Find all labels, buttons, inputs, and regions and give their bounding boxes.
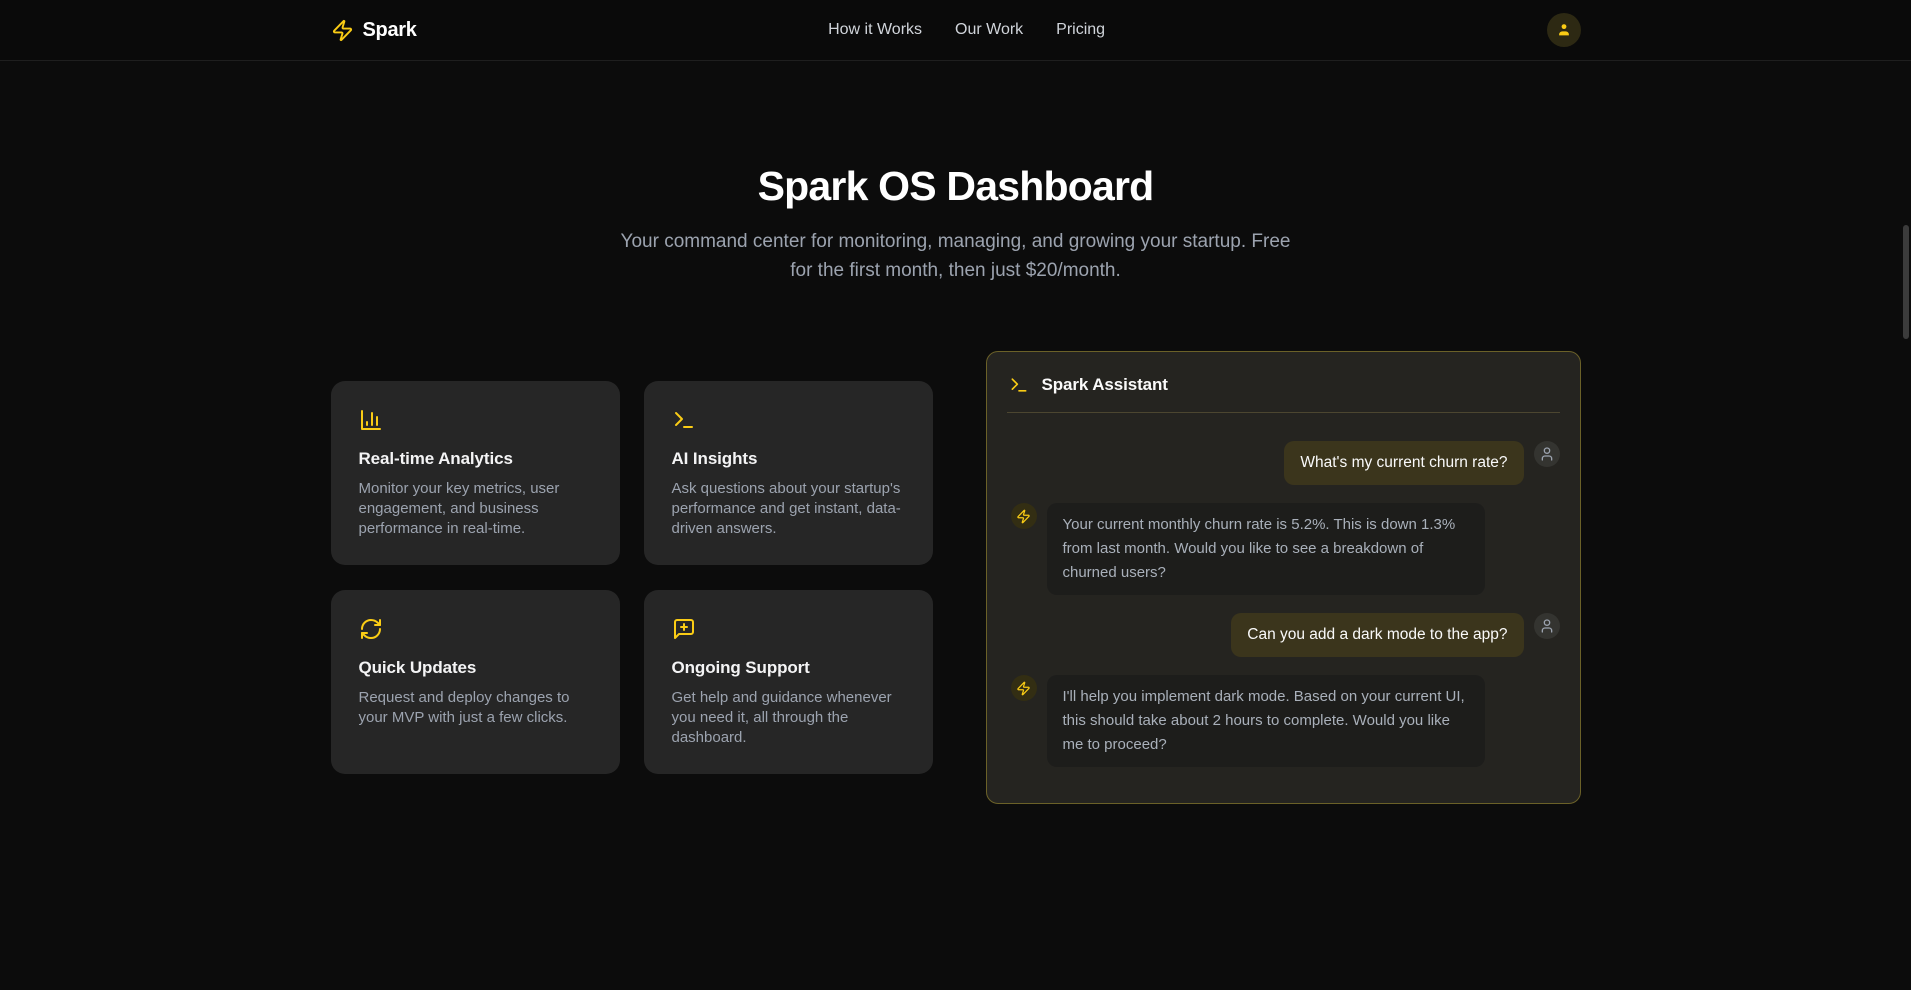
main-content: Real-time Analytics Monitor your key met… xyxy=(331,351,1581,804)
nav-link-our-work[interactable]: Our Work xyxy=(955,21,1023,39)
refresh-icon xyxy=(359,617,383,641)
feature-grid: Real-time Analytics Monitor your key met… xyxy=(331,381,933,774)
assistant-avatar xyxy=(1011,503,1037,529)
chat-message-assistant: Your current monthly churn rate is 5.2%.… xyxy=(1011,503,1560,595)
feature-title: Real-time Analytics xyxy=(359,449,592,469)
feature-title: AI Insights xyxy=(672,449,905,469)
feature-card-quick-updates: Quick Updates Request and deploy changes… xyxy=(331,590,620,774)
message-square-plus-icon xyxy=(672,617,696,641)
feature-title: Quick Updates xyxy=(359,658,592,678)
chat-message-user: Can you add a dark mode to the app? xyxy=(1011,613,1560,657)
terminal-icon xyxy=(672,408,696,432)
bar-chart-icon xyxy=(359,408,383,432)
scrollbar-thumb[interactable] xyxy=(1903,225,1909,339)
assistant-avatar xyxy=(1011,675,1037,701)
chat-message-assistant: I'll help you implement dark mode. Based… xyxy=(1011,675,1560,767)
user-icon xyxy=(1539,618,1555,634)
page-title: Spark OS Dashboard xyxy=(0,163,1911,210)
brand-name: Spark xyxy=(363,19,417,42)
user-avatar xyxy=(1534,613,1560,639)
user-avatar xyxy=(1534,441,1560,467)
user-icon xyxy=(1539,446,1555,462)
navbar: Spark How it Works Our Work Pricing xyxy=(0,0,1911,61)
spark-zap-icon xyxy=(1016,509,1031,524)
terminal-icon xyxy=(1009,375,1029,395)
brand-logo[interactable]: Spark xyxy=(331,19,417,42)
hero-section: Spark OS Dashboard Your command center f… xyxy=(0,163,1911,285)
nav-links: How it Works Our Work Pricing xyxy=(828,21,1105,39)
feature-card-ai-insights: AI Insights Ask questions about your sta… xyxy=(644,381,933,565)
feature-card-ongoing-support: Ongoing Support Get help and guidance wh… xyxy=(644,590,933,774)
nav-link-pricing[interactable]: Pricing xyxy=(1056,21,1105,39)
assistant-message-bubble: I'll help you implement dark mode. Based… xyxy=(1047,675,1485,767)
feature-description: Get help and guidance whenever you need … xyxy=(672,688,905,748)
assistant-panel-header: Spark Assistant xyxy=(987,352,1580,412)
navbar-inner: Spark How it Works Our Work Pricing xyxy=(331,0,1581,60)
spark-zap-icon xyxy=(331,19,354,42)
user-message-bubble: What's my current churn rate? xyxy=(1284,441,1523,485)
chat-messages: What's my current churn rate? Your curre… xyxy=(987,413,1580,803)
user-icon xyxy=(1555,21,1573,39)
feature-card-realtime-analytics: Real-time Analytics Monitor your key met… xyxy=(331,381,620,565)
user-message-bubble: Can you add a dark mode to the app? xyxy=(1231,613,1523,657)
chat-message-user: What's my current churn rate? xyxy=(1011,441,1560,485)
spark-zap-icon xyxy=(1016,681,1031,696)
user-avatar-button[interactable] xyxy=(1547,13,1581,47)
assistant-title: Spark Assistant xyxy=(1042,375,1168,395)
assistant-message-bubble: Your current monthly churn rate is 5.2%.… xyxy=(1047,503,1485,595)
feature-description: Request and deploy changes to your MVP w… xyxy=(359,688,592,728)
nav-link-how-it-works[interactable]: How it Works xyxy=(828,21,922,39)
feature-title: Ongoing Support xyxy=(672,658,905,678)
scrollbar-track xyxy=(1901,0,1911,990)
feature-description: Ask questions about your startup's perfo… xyxy=(672,479,905,539)
hero-subtitle: Your command center for monitoring, mana… xyxy=(608,227,1303,285)
feature-description: Monitor your key metrics, user engagemen… xyxy=(359,479,592,539)
spark-assistant-panel: Spark Assistant What's my current churn … xyxy=(986,351,1581,804)
